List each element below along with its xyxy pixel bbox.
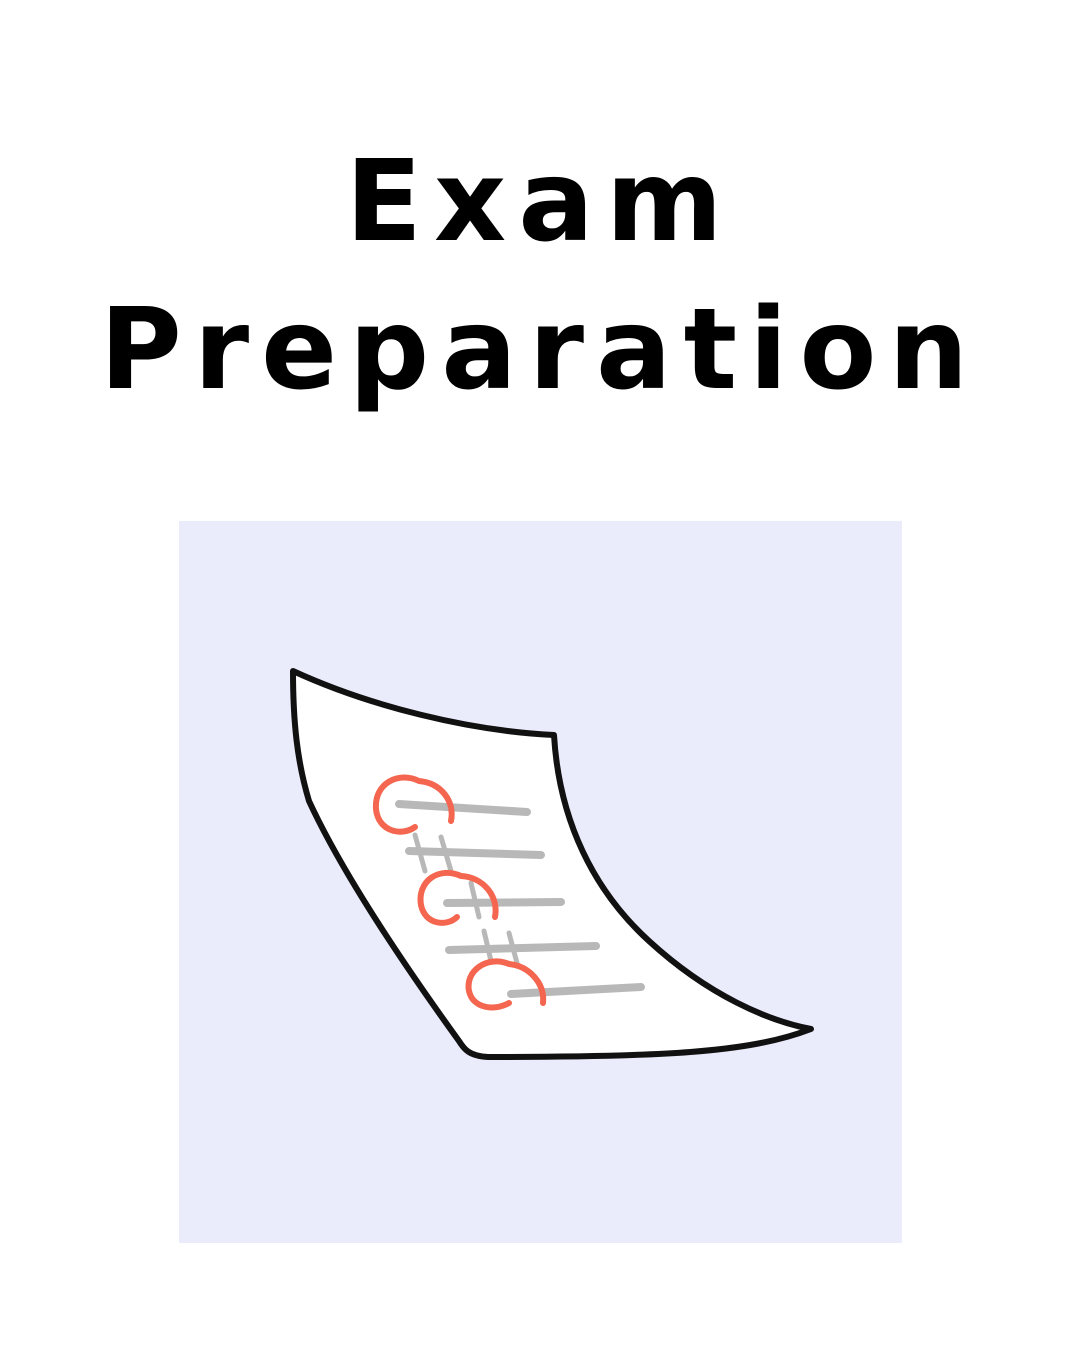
page-title: Exam Preparation [0,128,1080,424]
answer-line-4 [445,942,600,954]
paper-sheet [290,668,814,1060]
exam-paper-icon [290,668,814,1060]
answer-line-3 [443,898,565,907]
answer-line-2 [405,847,545,859]
title-line-2: Preparation [99,285,981,415]
illustration-panel [179,521,902,1243]
title-line-1: Exam [345,137,735,267]
